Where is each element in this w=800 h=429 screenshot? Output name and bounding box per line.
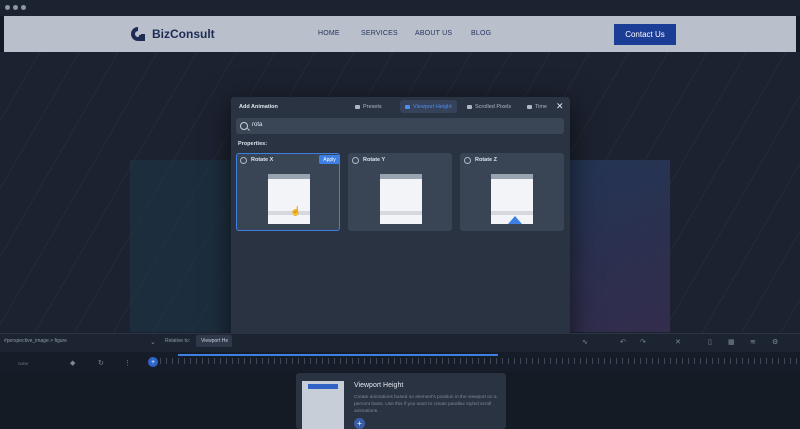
window-maximize-dot[interactable]: [21, 5, 26, 10]
hand-cursor-icon: ☝: [290, 206, 302, 216]
card-label: Rotate Z: [475, 157, 497, 163]
grid-icon[interactable]: ▦: [728, 338, 735, 346]
relative-to-select[interactable]: Viewport He: [196, 335, 232, 347]
waveform-icon[interactable]: ≋: [750, 338, 756, 346]
tab-viewport-height[interactable]: Viewport Height: [400, 100, 457, 113]
site-header: [4, 16, 796, 52]
nav-about-us[interactable]: ABOUT US: [415, 30, 452, 37]
thumbnail-header: [380, 174, 422, 179]
tab-label: Time: [535, 103, 548, 110]
thumbnail-bar: [380, 211, 422, 215]
card-label: Rotate X: [251, 157, 274, 163]
nav-services[interactable]: SERVICES: [361, 30, 398, 37]
rotate-icon: [464, 157, 471, 164]
timeline-progress: [178, 354, 498, 356]
undo-icon[interactable]: ↶: [620, 338, 626, 346]
thumbnail-header: [268, 174, 310, 179]
info-title: Viewport Height: [354, 382, 404, 389]
rotate-icon: [352, 157, 359, 164]
thumbnail-bar: [491, 211, 533, 215]
relative-to-label: Relative to:: [165, 338, 191, 344]
search-input[interactable]: [236, 118, 564, 134]
rotate-icon: [240, 157, 247, 164]
copy-icon[interactable]: ▯: [708, 338, 712, 346]
tab-time[interactable]: Time: [522, 100, 552, 113]
tab-label: Presets: [363, 103, 382, 110]
search-value: rota: [252, 122, 263, 128]
add-animation-button[interactable]: +: [354, 418, 365, 429]
thumbnail-header: [491, 174, 533, 179]
card-label: Rotate Y: [363, 157, 386, 163]
rotation-indicator-icon: [508, 216, 522, 224]
tab-label: Scrolled Pixels: [475, 103, 512, 110]
settings-icon[interactable]: ⚙: [772, 338, 778, 346]
preview-thumbnail: [380, 174, 422, 224]
nav-home[interactable]: HOME: [318, 30, 340, 37]
window-titlebar: [0, 0, 800, 16]
folder-icon: [355, 104, 360, 109]
close-icon[interactable]: ✕: [556, 101, 564, 112]
search-icon: [240, 122, 248, 130]
loop-icon[interactable]: ↻: [98, 359, 104, 367]
delete-icon[interactable]: ✕: [675, 338, 681, 346]
tab-presets[interactable]: Presets: [350, 100, 387, 113]
modal-title: Add Animation: [239, 104, 278, 110]
element-selector[interactable]: #perspective_image > figure: [4, 338, 67, 344]
window-close-dot[interactable]: [5, 5, 10, 10]
add-keyframe-button[interactable]: +: [148, 357, 158, 367]
timeline-label: none: [18, 361, 29, 366]
brand-logo-icon: [131, 27, 145, 41]
timeline-ruler[interactable]: [160, 358, 800, 364]
chevron-down-icon[interactable]: ⌄: [150, 338, 156, 346]
window-minimize-dot[interactable]: [13, 5, 18, 10]
redo-icon[interactable]: ↷: [640, 338, 646, 346]
perspective-image-glow: [560, 160, 670, 332]
preview-thumbnail: [268, 174, 310, 224]
pin-icon[interactable]: ⋮: [124, 359, 131, 367]
contact-us-button[interactable]: Contact Us: [614, 24, 676, 45]
folder-icon: [527, 104, 532, 109]
info-thumbnail-header: [308, 384, 338, 389]
keyframe-icon[interactable]: ◆: [70, 359, 75, 367]
tab-scrolled-pixels[interactable]: Scrolled Pixels: [462, 100, 516, 113]
apply-button[interactable]: Apply: [319, 155, 340, 164]
folder-icon: [467, 104, 472, 109]
tab-label: Viewport Height: [413, 103, 452, 110]
folder-icon: [405, 104, 410, 109]
info-description: Create animations based on element's pos…: [354, 395, 497, 414]
brand-name[interactable]: BizConsult: [152, 27, 215, 41]
thumbnail-bar: [268, 211, 310, 215]
properties-label: Properties:: [238, 141, 268, 147]
nav-blog[interactable]: BLOG: [471, 30, 491, 37]
easing-curve-icon[interactable]: ∿: [582, 338, 588, 346]
